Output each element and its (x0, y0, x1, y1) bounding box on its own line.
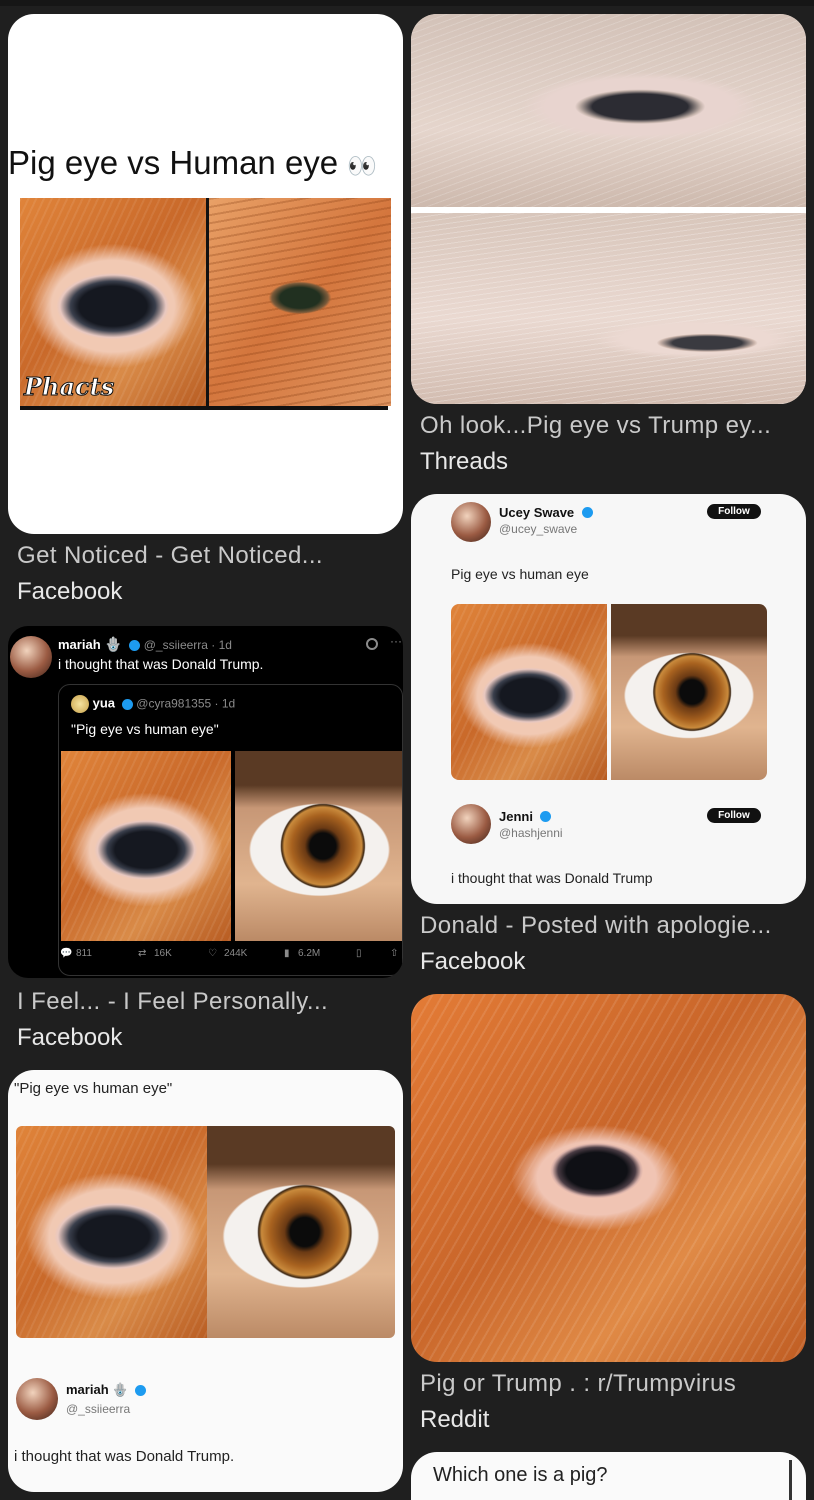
status-strip (0, 0, 814, 6)
like-icon[interactable]: ♡ (208, 948, 217, 959)
human-eye-photo (207, 1126, 395, 1338)
tweet-handle: @_ssiieerra (66, 1402, 131, 1416)
verified-badge-icon (128, 639, 140, 651)
hamsa-emoji-icon: 🪬 (112, 1382, 129, 1397)
view-count: 6.2M (298, 948, 321, 959)
verified-badge-icon (540, 811, 552, 823)
result-image-1[interactable]: Pig eye vs Human eye 👀 Phacts (8, 14, 403, 534)
reply-avatar (451, 804, 491, 844)
tweet-author-name[interactable]: Ucey Swave (499, 505, 574, 520)
repost-count: 16K (154, 948, 172, 959)
reply-text: i thought that was Donald Trump (451, 870, 653, 886)
result-image-4[interactable]: Ucey Swave @ucey_swave Follow Pig eye vs… (411, 494, 806, 904)
follow-button[interactable]: Follow (707, 808, 761, 823)
avatar (10, 636, 52, 678)
result-caption-1[interactable]: Get Noticed - Get Noticed... Facebook (17, 542, 397, 606)
result-title[interactable]: Donald - Posted with apologie... (420, 912, 805, 940)
quote-text: "Pig eye vs human eye" (14, 1080, 173, 1097)
image-heading: Which one is a pig? (433, 1464, 608, 1486)
tweet-text: i thought that was Donald Trump. (14, 1448, 235, 1465)
result-image-3[interactable]: mariah 🪬 @_ssiieerra · 1d ··· i thought … (8, 626, 403, 978)
result-source: Facebook (17, 578, 123, 605)
result-caption-3[interactable]: I Feel... - I Feel Personally... Faceboo… (17, 988, 397, 1052)
more-options-icon: ··· (390, 634, 402, 648)
result-caption-2[interactable]: Oh look...Pig eye vs Trump ey... Threads (420, 412, 805, 476)
quoted-text: "Pig eye vs human eye" (71, 721, 219, 737)
eyes-emoji-icon: 👀 (347, 153, 378, 180)
result-image-7[interactable]: Which one is a pig? (411, 1452, 806, 1500)
trump-eye-photo (411, 213, 806, 404)
quoted-handle: @cyra981355 · 1d (136, 696, 236, 711)
result-source: Reddit (420, 1406, 490, 1433)
reply-icon[interactable]: 💬 (60, 948, 72, 959)
verified-badge-icon (581, 507, 593, 519)
grok-icon (366, 638, 378, 650)
views-icon: ▮ (284, 948, 290, 959)
result-image-5[interactable]: "Pig eye vs human eye" mariah 🪬 @_ssiiee… (8, 1070, 403, 1492)
human-eye-photo (611, 604, 767, 780)
result-title[interactable]: Get Noticed - Get Noticed... (17, 542, 397, 570)
pig-eye-closeup-photo (411, 994, 806, 1362)
pig-eye-photo (16, 1126, 211, 1338)
follow-button[interactable]: Follow (707, 504, 761, 519)
like-count: 244K (224, 948, 248, 959)
avatar (16, 1378, 58, 1420)
pig-eye-photo (61, 751, 231, 941)
avatar (451, 502, 491, 542)
card-edge (789, 1460, 792, 1500)
verified-badge-icon (121, 698, 133, 710)
result-title[interactable]: Pig or Trump . : r/Trumpvirus (420, 1370, 805, 1398)
repost-icon[interactable]: ⇄ (138, 948, 146, 959)
reply-author-name[interactable]: Jenni (499, 809, 533, 824)
result-caption-4[interactable]: Donald - Posted with apologie... Faceboo… (420, 912, 805, 976)
result-title[interactable]: Oh look...Pig eye vs Trump ey... (420, 412, 805, 440)
tweet-handle: @_ssiieerra · 1d (143, 638, 232, 652)
result-source: Facebook (17, 1024, 123, 1051)
tweet-text: i thought that was Donald Trump. (58, 656, 264, 672)
result-title[interactable]: I Feel... - I Feel Personally... (17, 988, 397, 1016)
tweet-author-name[interactable]: mariah (66, 1382, 109, 1397)
tweet-handle: @ucey_swave (499, 522, 578, 536)
result-source: Facebook (420, 948, 526, 975)
result-caption-6[interactable]: Pig or Trump . : r/Trumpvirus Reddit (420, 1370, 805, 1434)
tweet-text: Pig eye vs human eye (451, 566, 589, 582)
verified-badge-icon (135, 1385, 147, 1397)
pig-eye-photo (411, 14, 806, 207)
pig-eye-photo (451, 604, 607, 780)
hamsa-emoji-icon: 🪬 (104, 636, 122, 652)
result-source: Threads (420, 448, 509, 475)
tweet-author-name[interactable]: mariah (58, 637, 101, 652)
human-eye-photo (235, 751, 402, 941)
reply-count: 811 (76, 948, 92, 959)
reply-handle: @hashjenni (499, 826, 563, 840)
bookmark-icon[interactable]: ▯ (356, 948, 362, 959)
human-eye-photo (209, 198, 391, 406)
underline-bar (20, 406, 388, 410)
result-image-6[interactable] (411, 994, 806, 1362)
result-image-2[interactable] (411, 14, 806, 404)
quoted-tweet[interactable]: yua @cyra981355 · 1d "Pig eye vs human e… (58, 684, 403, 976)
quoted-author-name: yua (92, 695, 116, 711)
phacts-watermark: Phacts (23, 372, 115, 402)
image-heading: Pig eye vs Human eye (8, 144, 339, 181)
share-icon[interactable]: ⇧ (390, 948, 398, 959)
quoted-avatar (71, 695, 89, 713)
